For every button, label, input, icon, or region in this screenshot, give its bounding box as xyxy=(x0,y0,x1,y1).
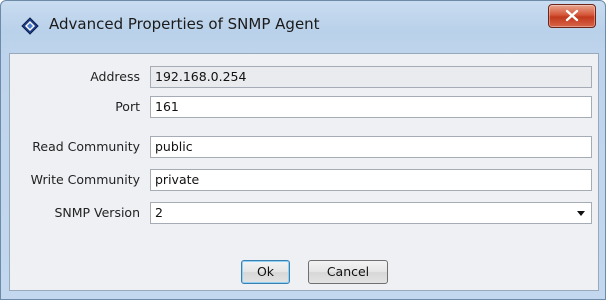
cancel-button[interactable]: Cancel xyxy=(308,260,388,284)
read-community-field[interactable]: public xyxy=(150,136,592,158)
read-community-label: Read Community xyxy=(32,139,140,154)
close-icon xyxy=(565,9,579,22)
port-field[interactable]: 161 xyxy=(150,96,592,118)
chevron-down-icon[interactable] xyxy=(577,211,585,216)
snmp-version-label: SNMP Version xyxy=(54,205,140,220)
dialog-window: Advanced Properties of SNMP Agent Addres… xyxy=(0,0,606,300)
window-title: Advanced Properties of SNMP Agent xyxy=(49,15,320,33)
diamond-app-icon xyxy=(21,17,39,35)
close-button[interactable] xyxy=(548,4,596,28)
port-label: Port xyxy=(115,99,140,114)
write-community-field[interactable]: private xyxy=(150,169,592,191)
write-community-label: Write Community xyxy=(30,172,140,187)
snmp-version-value: 2 xyxy=(155,205,163,220)
snmp-version-select[interactable]: 2 xyxy=(150,202,592,224)
address-field: 192.168.0.254 xyxy=(150,66,592,88)
title-bar[interactable]: Advanced Properties of SNMP Agent xyxy=(1,1,605,53)
ok-button[interactable]: Ok xyxy=(241,260,290,284)
dialog-body: Address 192.168.0.254 Port 161 Read Comm… xyxy=(9,53,599,291)
address-label: Address xyxy=(90,69,140,84)
